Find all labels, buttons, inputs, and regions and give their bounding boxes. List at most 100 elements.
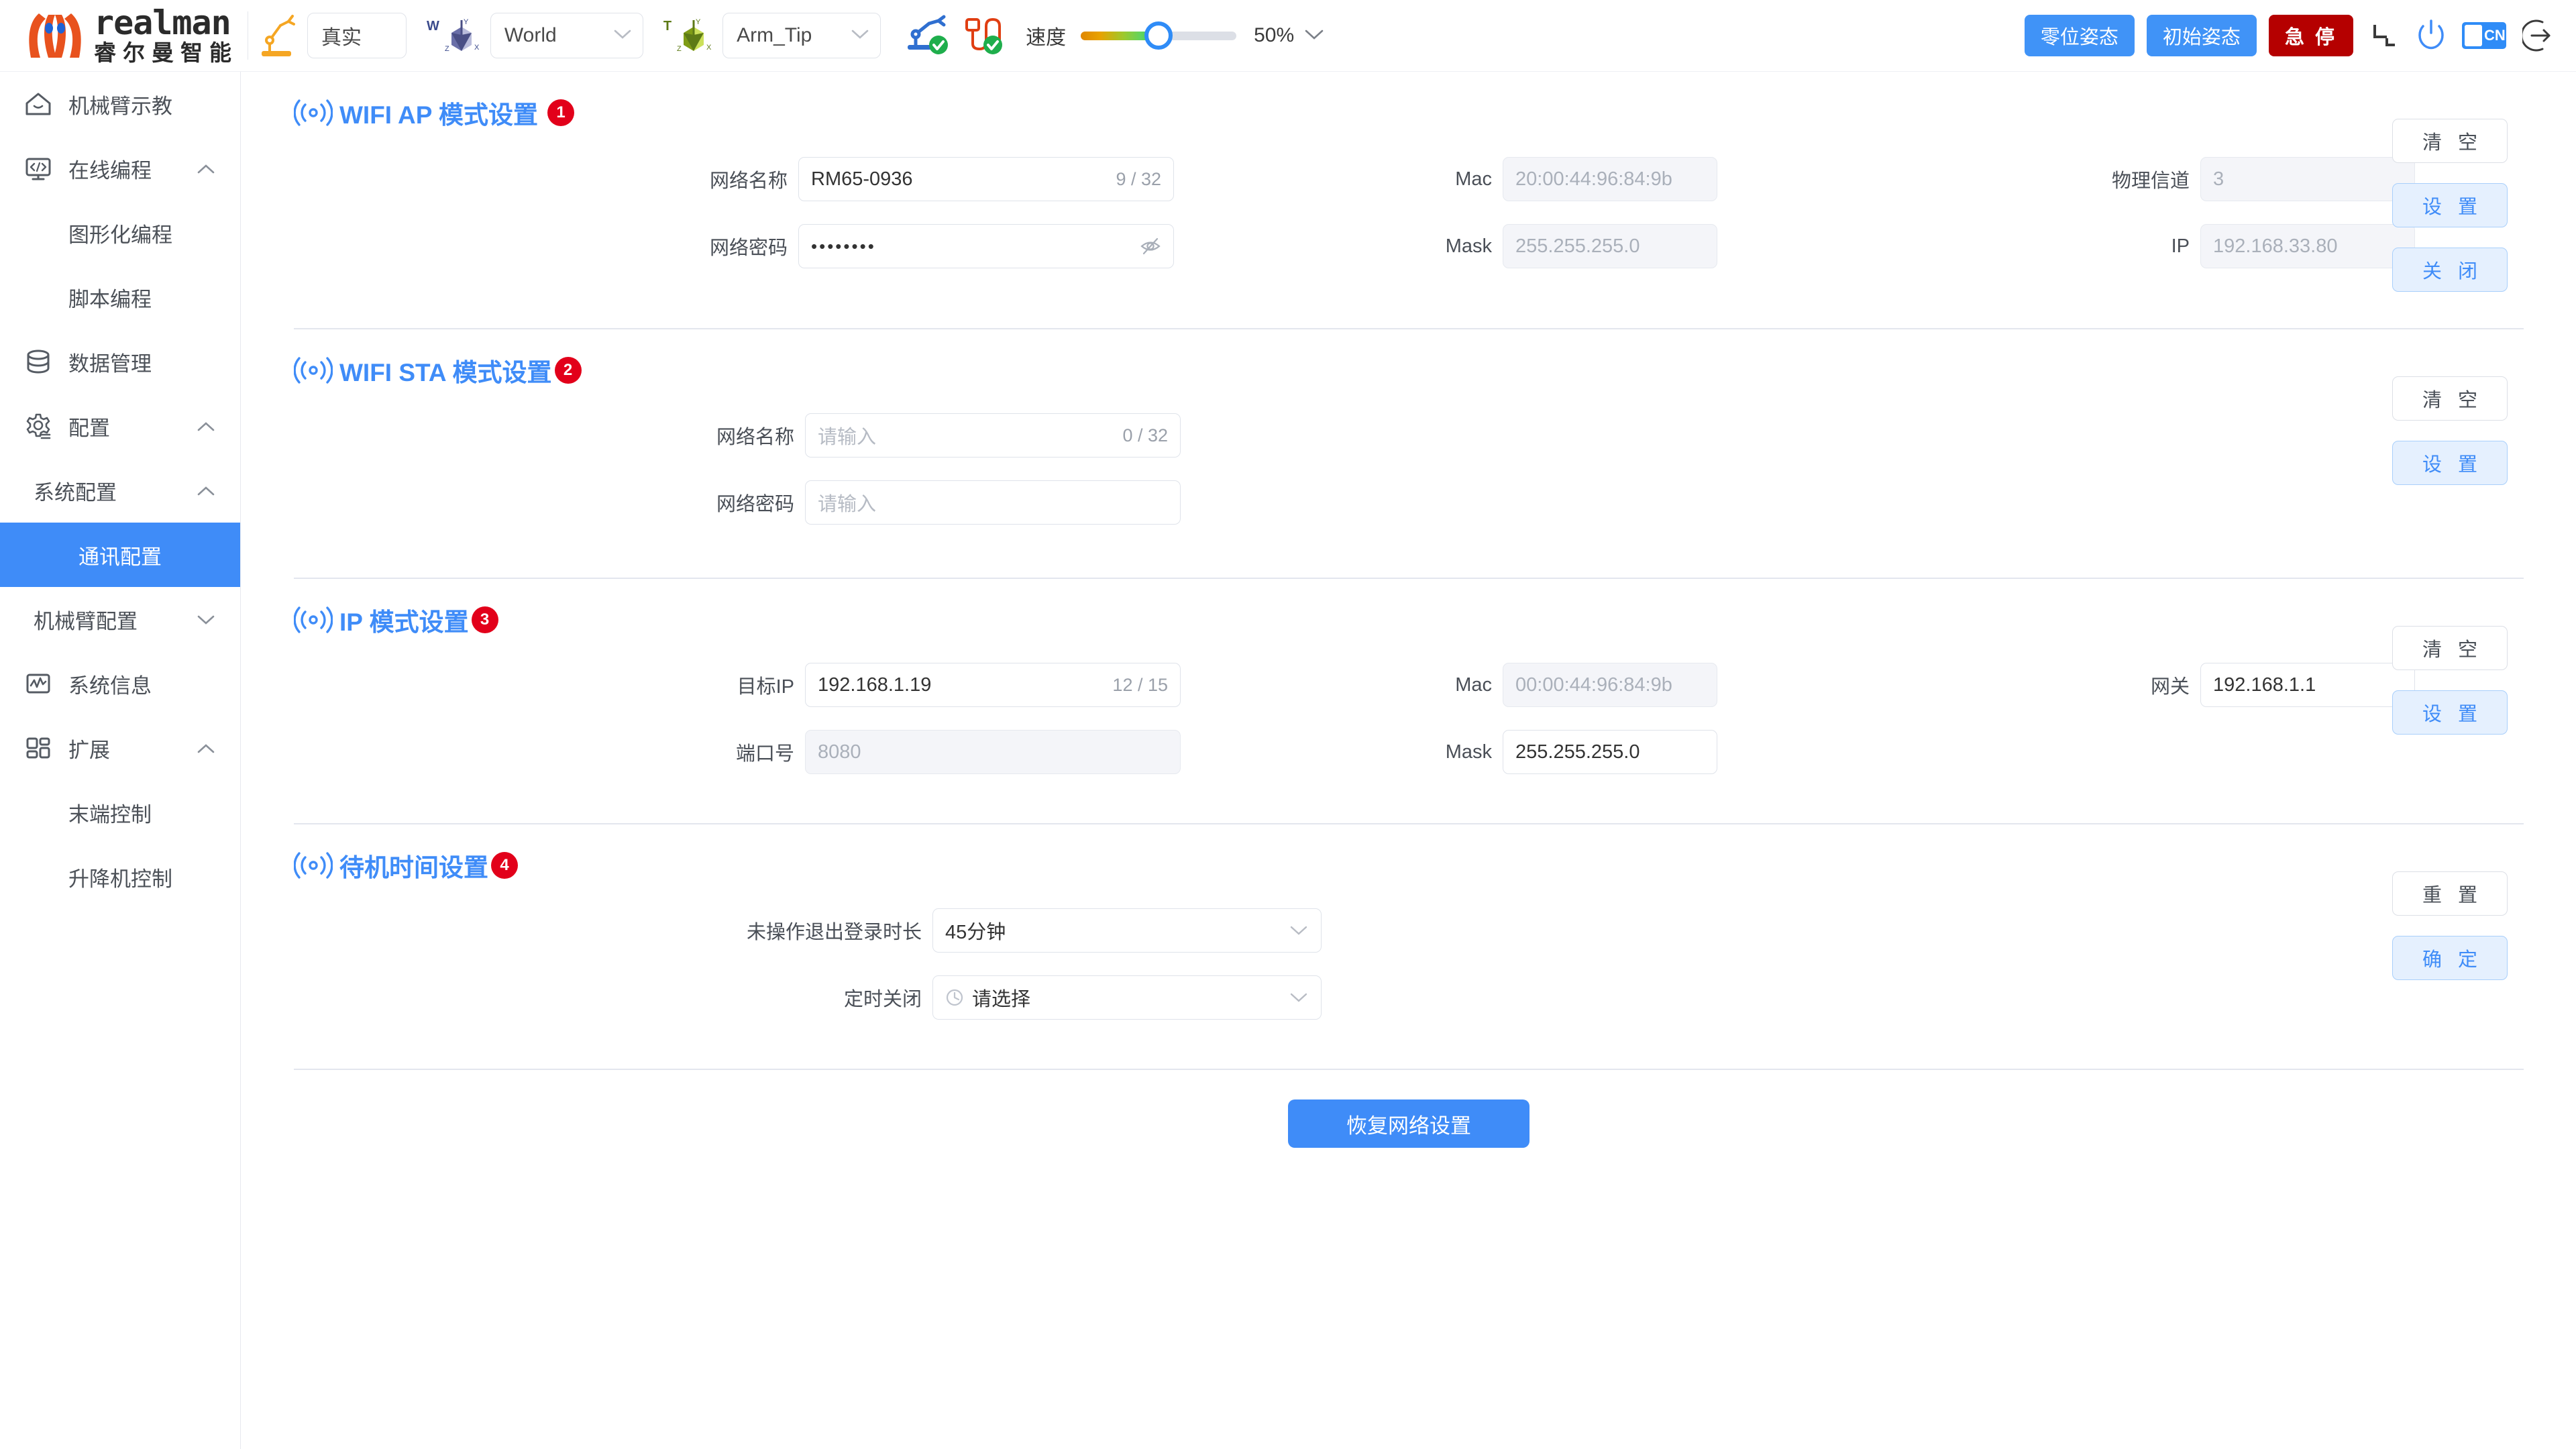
frame-group: W Y Z X World — [427, 13, 643, 58]
form-row: 网络名称 RM65-0936 9 / 32 Mac 20:00:44:96:84… — [268, 146, 2549, 213]
target-ip-input[interactable]: 192.168.1.19 12 / 15 — [805, 663, 1181, 707]
sidebar-item-label: 在线编程 — [68, 158, 152, 182]
sta-ssid-input[interactable]: 请输入 0 / 32 — [805, 413, 1181, 458]
ap-mask-value: 255.255.255.0 — [1515, 235, 1640, 257]
sidebar-item-configuration[interactable]: 配置 — [0, 394, 240, 458]
ap-ssid-input[interactable]: RM65-0936 9 / 32 — [798, 157, 1174, 201]
wifi-ap-form: 网络名称 RM65-0936 9 / 32 Mac 20:00:44:96:84… — [268, 119, 2549, 292]
sidebar-item-system-config[interactable]: 系统配置 — [0, 458, 240, 523]
ap-close-button[interactable]: 关 闭 — [2392, 248, 2508, 292]
sidebar-item-communication-config[interactable]: 通讯配置 — [0, 523, 240, 587]
sidebar-item-label: 脚本编程 — [68, 287, 152, 311]
world-axis-icon: Y Z X — [445, 18, 480, 53]
power-icon[interactable] — [2415, 18, 2447, 53]
svg-text:X: X — [474, 44, 480, 52]
sta-password-field: 网络密码 请输入 — [678, 480, 1181, 525]
ip-mac-value: 00:00:44:96:84:9b — [1515, 674, 1672, 696]
svg-text:Y: Y — [464, 18, 469, 26]
standby-reset-button[interactable]: 重 置 — [2392, 871, 2508, 916]
form-row: 网络密码 请输入 — [268, 469, 2549, 536]
sidebar-item-extensions[interactable]: 扩展 — [0, 716, 240, 780]
wifi-icon — [294, 357, 333, 384]
tool-group: T Y Z X Arm_Tip — [663, 13, 881, 58]
section-title: IP 模式设置 — [339, 608, 469, 636]
sidebar-item-data-management[interactable]: 数据管理 — [0, 329, 240, 394]
ip-mask-field: Mask 255.255.255.0 — [1402, 730, 1717, 774]
chevron-down-icon[interactable] — [1303, 28, 1325, 44]
status-badge: 3 — [471, 606, 498, 633]
cable-connected-icon[interactable] — [961, 14, 1006, 57]
ap-mask-field: Mask 255.255.255.0 — [1402, 224, 1717, 268]
sidebar-item-online-programming[interactable]: 在线编程 — [0, 136, 240, 201]
section-title: WIFI STA 模式设置 — [339, 359, 552, 386]
sidebar-item-script-programming[interactable]: 脚本编程 — [0, 265, 240, 329]
auto-logout-select[interactable]: 45分钟 — [932, 908, 1322, 953]
ap-mask-input: 255.255.255.0 — [1503, 224, 1717, 268]
logout-icon[interactable] — [2522, 18, 2556, 53]
ip-clear-button[interactable]: 清 空 — [2392, 626, 2508, 670]
section-ip-mode: IP 模式设置 3 目标IP 192.168.1.19 12 / 15 Mac … — [241, 579, 2576, 824]
sta-ssid-field: 网络名称 请输入 0 / 32 — [678, 413, 1181, 458]
section-header: WIFI STA 模式设置 2 — [268, 329, 2549, 388]
gateway-input[interactable]: 192.168.1.1 — [2200, 663, 2415, 707]
standby-confirm-button[interactable]: 确 定 — [2392, 936, 2508, 980]
sidebar-item-system-info[interactable]: 系统信息 — [0, 651, 240, 716]
sidebar-item-arm-config[interactable]: 机械臂配置 — [0, 587, 240, 651]
sidebar-item-graphical-programming[interactable]: 图形化编程 — [0, 201, 240, 265]
sidebar-item-end-effector-control[interactable]: 末端控制 — [0, 780, 240, 845]
sta-clear-button[interactable]: 清 空 — [2392, 376, 2508, 421]
auto-logout-value: 45分钟 — [945, 922, 1006, 943]
sidebar-item-lift-control[interactable]: 升降机控制 — [0, 845, 240, 909]
port-value: 8080 — [818, 741, 861, 763]
arm-connected-icon[interactable] — [904, 14, 952, 57]
ip-mode-actions: 清 空 设 置 — [2392, 626, 2508, 735]
emergency-stop-button[interactable]: 急 停 — [2268, 15, 2353, 56]
top-toolbar: realman 睿尔曼智能 真实 W Y Z X World T Y Z X A… — [0, 0, 2576, 72]
robot-arm-icon — [262, 15, 295, 56]
wifi-sta-form: 网络名称 请输入 0 / 32 网络密码 请输入 清 空 设 置 — [268, 376, 2549, 536]
ap-ip-value: 192.168.33.80 — [2213, 235, 2338, 257]
tool-select[interactable]: Arm_Tip — [722, 13, 881, 58]
sidebar-item-label: 扩展 — [68, 738, 110, 762]
wifi-sta-actions: 清 空 设 置 — [2392, 376, 2508, 485]
scheduled-shutdown-field: 定时关闭 请选择 — [678, 975, 1322, 1020]
auto-logout-field: 未操作退出登录时长 45分钟 — [678, 908, 1322, 953]
ap-set-button[interactable]: 设 置 — [2392, 183, 2508, 227]
language-knob — [2465, 25, 2482, 46]
ip-mac-label: Mac — [1455, 674, 1492, 696]
eye-off-icon[interactable] — [1128, 237, 1161, 256]
sidebar-item-teach[interactable]: 机械臂示教 — [0, 72, 240, 136]
zero-pose-button[interactable]: 零位姿态 — [2024, 15, 2135, 56]
wifi-icon — [294, 99, 333, 126]
sidebar: 机械臂示教 在线编程 图形化编程 脚本编程 数据管理 配置 系统配置 通讯配置 … — [0, 72, 241, 1449]
sidebar-item-label: 图形化编程 — [68, 223, 172, 247]
sidebar-item-label: 升降机控制 — [68, 867, 172, 891]
ip-set-button[interactable]: 设 置 — [2392, 690, 2508, 735]
ip-mask-input[interactable]: 255.255.255.0 — [1503, 730, 1717, 774]
ap-ip-label: IP — [2171, 235, 2190, 257]
sta-set-button[interactable]: 设 置 — [2392, 441, 2508, 485]
sidebar-item-label: 系统信息 — [68, 674, 152, 698]
auto-logout-label: 未操作退出登录时长 — [746, 922, 922, 943]
language-toggle[interactable]: CN — [2462, 22, 2506, 49]
frame-select[interactable]: World — [490, 13, 643, 58]
sidebar-item-label: 数据管理 — [68, 352, 152, 376]
speed-slider[interactable] — [1081, 13, 1237, 58]
scheduled-shutdown-label: 定时关闭 — [843, 989, 922, 1010]
slider-knob[interactable] — [1144, 21, 1173, 50]
ap-password-input[interactable]: •••••••• — [798, 224, 1174, 268]
sta-password-input[interactable]: 请输入 — [805, 480, 1181, 525]
scheduled-shutdown-placeholder: 请选择 — [972, 989, 1031, 1010]
chevron-down-icon — [596, 28, 632, 44]
sta-ssid-label: 网络名称 — [716, 427, 794, 448]
init-pose-button[interactable]: 初始姿态 — [2146, 15, 2257, 56]
collapse-icon[interactable] — [2369, 21, 2399, 50]
ip-mac-input: 00:00:44:96:84:9b — [1503, 663, 1717, 707]
scheduled-shutdown-select[interactable]: 请选择 — [932, 975, 1322, 1020]
target-ip-counter: 12 / 15 — [1112, 674, 1168, 695]
ap-clear-button[interactable]: 清 空 — [2392, 119, 2508, 163]
mode-display[interactable]: 真实 — [307, 13, 407, 58]
ip-mask-label: Mask — [1445, 741, 1492, 763]
restore-network-settings-button[interactable]: 恢复网络设置 — [1288, 1099, 1529, 1148]
brand-name-cn: 睿尔曼智能 — [94, 40, 238, 65]
